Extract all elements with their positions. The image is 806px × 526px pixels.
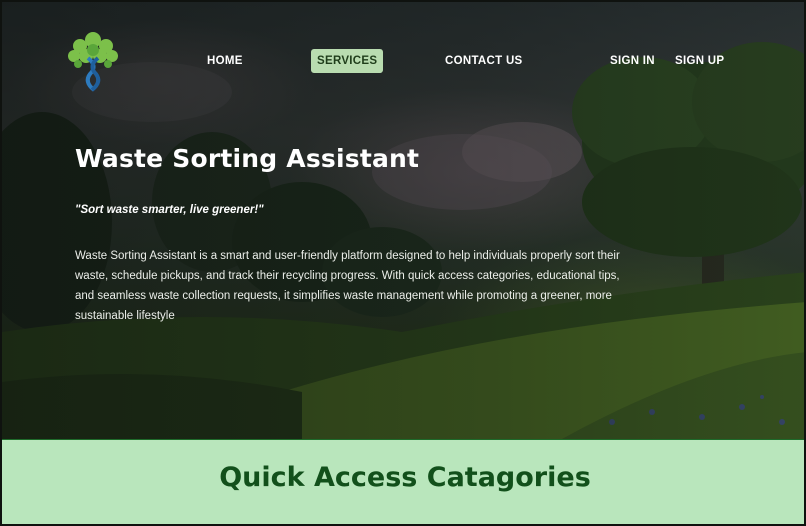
hero-tagline: "Sort waste smarter, live greener!" xyxy=(75,204,264,216)
page-frame: HOME SERVICES CONTACT US SIGN IN SIGN UP… xyxy=(0,0,806,526)
hero-section: HOME SERVICES CONTACT US SIGN IN SIGN UP… xyxy=(2,2,804,439)
nav-contact-link[interactable]: CONTACT US xyxy=(445,49,523,73)
main-navigation: HOME SERVICES CONTACT US SIGN IN SIGN UP xyxy=(2,49,804,73)
sign-up-link[interactable]: SIGN UP xyxy=(675,49,724,73)
sign-in-link[interactable]: SIGN IN xyxy=(610,49,655,73)
nav-home-link[interactable]: HOME xyxy=(207,49,243,73)
quick-access-title: Quick Access Catagories xyxy=(219,462,591,493)
hero-title: Waste Sorting Assistant xyxy=(75,144,420,173)
hero-description: Waste Sorting Assistant is a smart and u… xyxy=(75,250,620,322)
nav-services-link[interactable]: SERVICES xyxy=(311,49,384,73)
quick-access-section: Quick Access Catagories xyxy=(2,439,804,524)
